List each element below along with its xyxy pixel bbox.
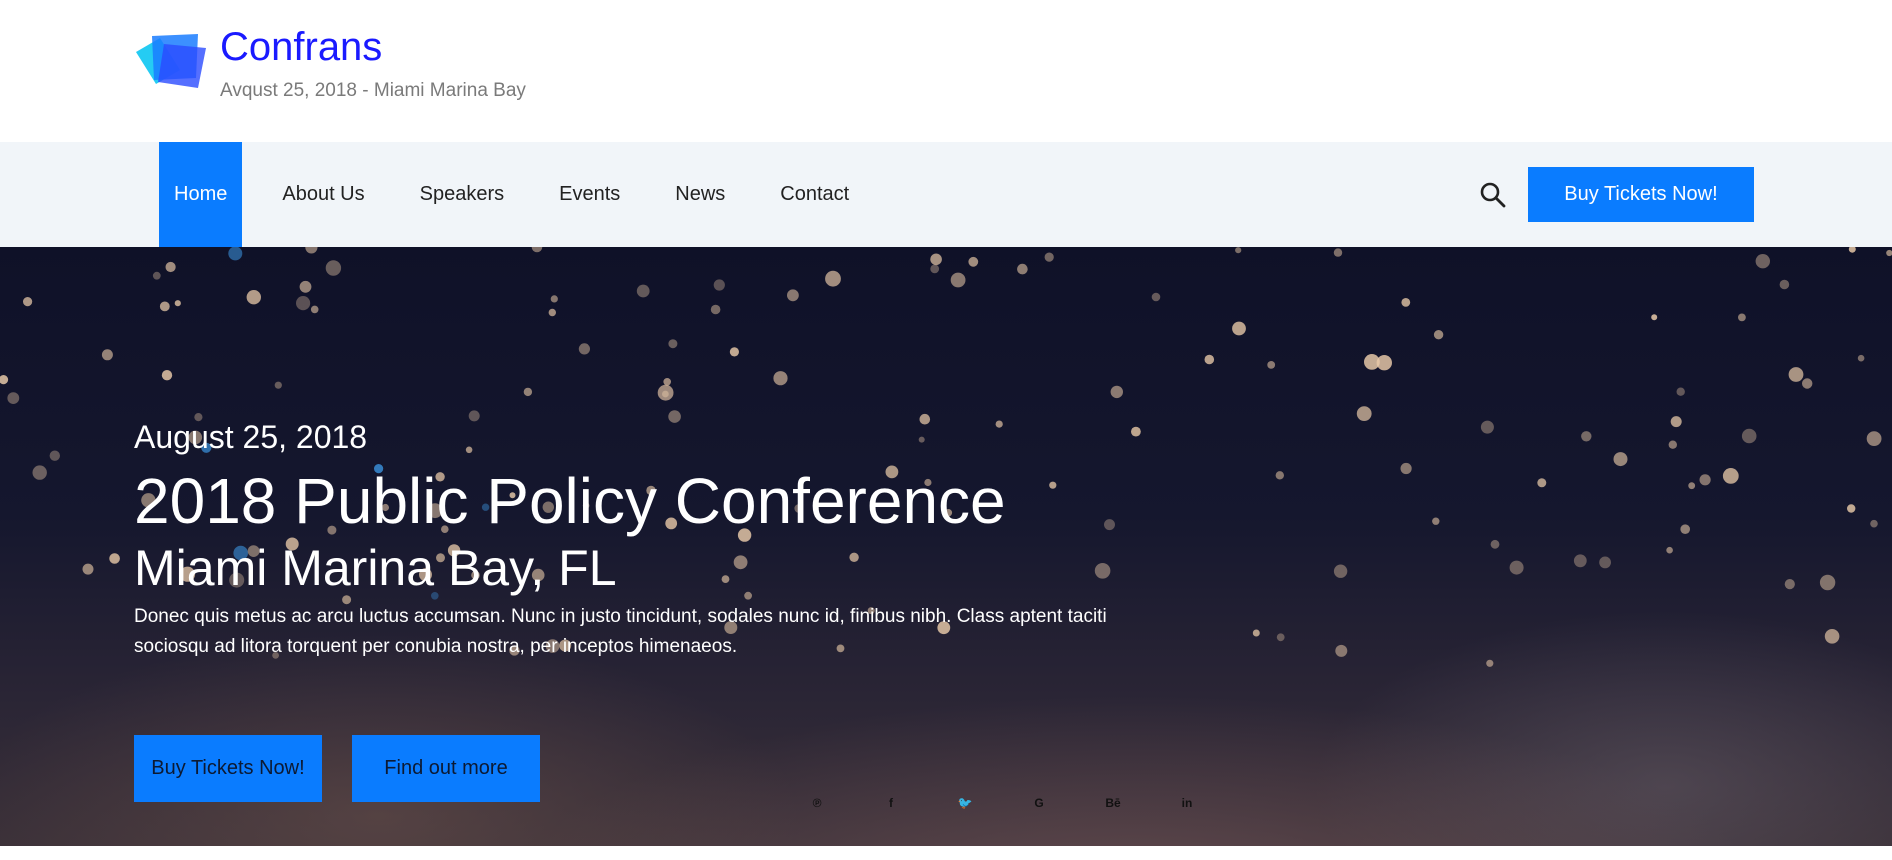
nav-item-contact[interactable]: Contact bbox=[765, 142, 864, 247]
site-header: Confrans Avqust 25, 2018 - Miami Marina … bbox=[0, 0, 1892, 142]
hero-title: 2018 Public Policy Conference bbox=[134, 465, 1006, 537]
hero-description: Donec quis metus ac arcu luctus accumsan… bbox=[134, 606, 1107, 657]
page-bottom-strip bbox=[0, 846, 1892, 860]
nav-item-about-us[interactable]: About Us bbox=[267, 142, 379, 247]
twitter-icon[interactable]: 🐦 bbox=[928, 792, 1002, 814]
pinterest-icon[interactable]: ℗ bbox=[780, 792, 854, 814]
buy-tickets-nav-button[interactable]: Buy Tickets Now! bbox=[1528, 167, 1754, 222]
nav-menu: Home About Us Speakers Events News Conta… bbox=[159, 142, 889, 247]
buy-tickets-hero-button[interactable]: Buy Tickets Now! bbox=[134, 735, 322, 802]
social-links: ℗ f 🐦 G Bē in bbox=[780, 792, 1224, 814]
hero-date: August 25, 2018 bbox=[134, 419, 368, 455]
facebook-icon[interactable]: f bbox=[854, 792, 928, 814]
find-out-more-button[interactable]: Find out more bbox=[352, 735, 540, 802]
nav-item-events[interactable]: Events bbox=[544, 142, 635, 247]
behance-icon[interactable]: Bē bbox=[1076, 792, 1150, 814]
brand-subtitle: Avqust 25, 2018 - Miami Marina Bay bbox=[220, 80, 526, 101]
hero-section: August 25, 2018 2018 Public Policy Confe… bbox=[0, 247, 1892, 846]
nav-item-home[interactable]: Home bbox=[159, 142, 243, 247]
layered-squares-logo-icon[interactable] bbox=[134, 30, 210, 92]
hero-location: Miami Marina Bay, FL bbox=[134, 540, 617, 596]
linkedin-icon[interactable]: in bbox=[1150, 792, 1224, 814]
search-icon[interactable] bbox=[1478, 180, 1508, 210]
main-navbar: Home About Us Speakers Events News Conta… bbox=[0, 142, 1892, 247]
nav-item-news[interactable]: News bbox=[660, 142, 740, 247]
brand-name[interactable]: Confrans bbox=[220, 22, 382, 72]
google-plus-icon[interactable]: G bbox=[1002, 792, 1076, 814]
nav-item-speakers[interactable]: Speakers bbox=[405, 142, 520, 247]
